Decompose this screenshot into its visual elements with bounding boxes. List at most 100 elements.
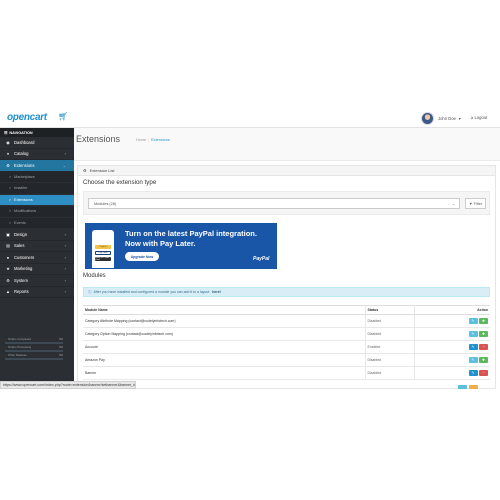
chevron-right-icon: › bbox=[64, 231, 66, 237]
navigation-label: NAVIGATION bbox=[9, 130, 33, 135]
page-header: Extensions Home | Extensions bbox=[74, 128, 500, 161]
dashboard-icon: ◉ bbox=[6, 139, 10, 145]
phone-card-button: Debit or Credit Card bbox=[95, 257, 111, 261]
sidebar-item-label: Extensions bbox=[14, 162, 35, 168]
gear-icon: ⚙ bbox=[6, 277, 10, 283]
navigation-header: ☰ NAVIGATION bbox=[0, 128, 74, 137]
logout-link[interactable]: ➲ Logout bbox=[470, 115, 487, 120]
main-content: Extensions Home | Extensions ♻ Extension L… bbox=[74, 128, 500, 389]
sidebar-item-label: Catalog bbox=[14, 151, 29, 157]
sidebar-item-design[interactable]: ▣ Design › bbox=[0, 229, 74, 241]
edit-button[interactable]: ✎ bbox=[468, 344, 478, 350]
sidebar-subitem-modifications[interactable]: > Modifications bbox=[0, 206, 74, 218]
breadcrumb-home[interactable]: Home bbox=[136, 138, 146, 142]
chevron-right-icon: › bbox=[64, 289, 66, 295]
table-header-row: Module Name Status Action bbox=[83, 305, 490, 315]
angle-right-icon: > bbox=[9, 174, 12, 179]
module-status: Disabled bbox=[365, 314, 415, 328]
sidebar-subitem-label: Installer bbox=[14, 186, 28, 191]
sidebar-item-label: Reports bbox=[14, 289, 29, 295]
opencart-logo[interactable]: opencart bbox=[7, 112, 47, 123]
angle-right-icon: > bbox=[9, 209, 12, 214]
select-value: Modules (28) bbox=[94, 201, 117, 206]
sidebar-item-label: Customers bbox=[14, 254, 35, 260]
sidebar-item-sales[interactable]: ▤ Sales › bbox=[0, 241, 74, 252]
sidebar-subitem-extensions[interactable]: > Extensions bbox=[0, 194, 74, 206]
panel-title: Extension List bbox=[89, 168, 115, 173]
modules-title: Modules bbox=[83, 273, 106, 279]
sidebar-item-reports[interactable]: ▲ Reports › bbox=[0, 287, 74, 298]
uninstall-button[interactable]: − bbox=[479, 370, 488, 376]
module-name: Category Attribute Mapping (contact@code… bbox=[83, 314, 366, 328]
edit-button[interactable]: ✎ bbox=[468, 331, 478, 337]
alert-text: After you have installed and configured … bbox=[93, 290, 210, 294]
sidebar-item-extensions[interactable]: ♻ Extensions ⌄ bbox=[0, 160, 74, 172]
logout-label: Logout bbox=[474, 115, 488, 120]
filter-icon: ▼ bbox=[468, 201, 473, 206]
install-button[interactable]: ✚ bbox=[479, 318, 488, 324]
stat-label: Orders Completed bbox=[8, 337, 31, 341]
alert-link[interactable]: here! bbox=[212, 290, 221, 294]
module-name: Account bbox=[83, 340, 366, 354]
column-action: Action bbox=[414, 305, 490, 315]
angle-right-icon: > bbox=[9, 220, 12, 225]
install-button[interactable]: ✚ bbox=[479, 331, 488, 337]
sidebar-item-marketing[interactable]: ★ Marketing › bbox=[0, 264, 74, 275]
stat-percent: 0% bbox=[58, 353, 63, 357]
stat-other-statuses: Other Statuses 0% bbox=[5, 353, 63, 360]
sidebar-subitem-installer[interactable]: > Installer bbox=[0, 183, 74, 195]
module-status: Enabled bbox=[365, 340, 415, 354]
column-module-name[interactable]: Module Name bbox=[83, 305, 366, 315]
sidebar-item-dashboard[interactable]: ◉ Dashboard bbox=[0, 137, 74, 149]
edit-button[interactable]: ✎ bbox=[468, 370, 478, 376]
stat-label: Other Statuses bbox=[8, 353, 27, 357]
chevron-right-icon: › bbox=[64, 151, 66, 157]
sidebar-item-label: System bbox=[14, 277, 28, 283]
monitor-icon: ▣ bbox=[6, 231, 10, 237]
sidebar-item-catalog[interactable]: ♦ Catalog › bbox=[0, 149, 74, 160]
uninstall-button[interactable]: − bbox=[479, 344, 488, 350]
chevron-right-icon: › bbox=[64, 243, 66, 249]
page-title: Extensions bbox=[76, 134, 121, 144]
table-row: Category Option Mapping (contact@codelyi… bbox=[83, 327, 490, 341]
upgrade-now-button[interactable]: Upgrade Now bbox=[125, 252, 159, 261]
chevron-down-icon: ⌄ bbox=[452, 201, 455, 206]
breadcrumb-separator: | bbox=[148, 138, 150, 142]
tag-icon: ♦ bbox=[6, 151, 10, 157]
user-name: John Doe bbox=[438, 116, 456, 121]
filter-button[interactable]: ▼ Filter bbox=[465, 198, 486, 209]
bars-icon[interactable]: ☰ bbox=[4, 130, 7, 135]
phone-pay-later-button: Pay Later bbox=[95, 251, 111, 255]
info-alert: ⓘ After you have installed and configure… bbox=[83, 287, 490, 297]
banner-subheadline: Now with Pay Later. bbox=[125, 239, 196, 248]
paypal-logo: PayPal bbox=[253, 256, 270, 262]
warning-button[interactable] bbox=[469, 385, 478, 389]
stat-label: Orders Processing bbox=[8, 345, 32, 349]
module-name: Category Option Mapping (contact@codelyi… bbox=[83, 327, 366, 341]
sidebar-item-system[interactable]: ⚙ System › bbox=[0, 275, 74, 287]
paypal-banner[interactable]: PayPal Pay Later Debit or Credit Card Tu… bbox=[85, 223, 277, 269]
edit-button[interactable]: ✎ bbox=[468, 357, 478, 363]
info-circle-icon: ⓘ bbox=[88, 289, 92, 294]
user-menu[interactable]: John Doe ▼ bbox=[421, 111, 461, 126]
filter-label: Filter bbox=[473, 201, 483, 206]
breadcrumb-current[interactable]: Extensions bbox=[151, 138, 170, 142]
breadcrumb: Home | Extensions bbox=[136, 138, 170, 142]
column-status: Status bbox=[365, 305, 415, 315]
sidebar-subitem-events[interactable]: > Events bbox=[0, 217, 74, 229]
module-actions: ✎ ✚ bbox=[414, 353, 490, 367]
top-header: opencart 🛒︎ John Doe ▼ ➲ Logout bbox=[0, 109, 500, 128]
sidebar-item-customers[interactable]: ● Customers › bbox=[0, 252, 74, 264]
avatar bbox=[421, 112, 434, 125]
cart-icon: ▤ bbox=[6, 243, 10, 249]
chevron-right-icon: › bbox=[64, 266, 66, 272]
sidebar-subitem-label: Events bbox=[14, 220, 26, 225]
install-button[interactable]: ✚ bbox=[479, 357, 488, 363]
stat-progress-bar bbox=[5, 342, 63, 344]
edit-button[interactable]: ✎ bbox=[468, 318, 478, 324]
edit-button[interactable] bbox=[458, 385, 467, 389]
module-actions: ✎ ✚ bbox=[414, 314, 490, 328]
phone-illustration: PayPal Pay Later Debit or Credit Card bbox=[92, 230, 114, 268]
sidebar-subitem-marketplace[interactable]: > Marketplace bbox=[0, 171, 74, 183]
extension-type-select[interactable]: Modules (28) ⌄ bbox=[88, 198, 460, 209]
